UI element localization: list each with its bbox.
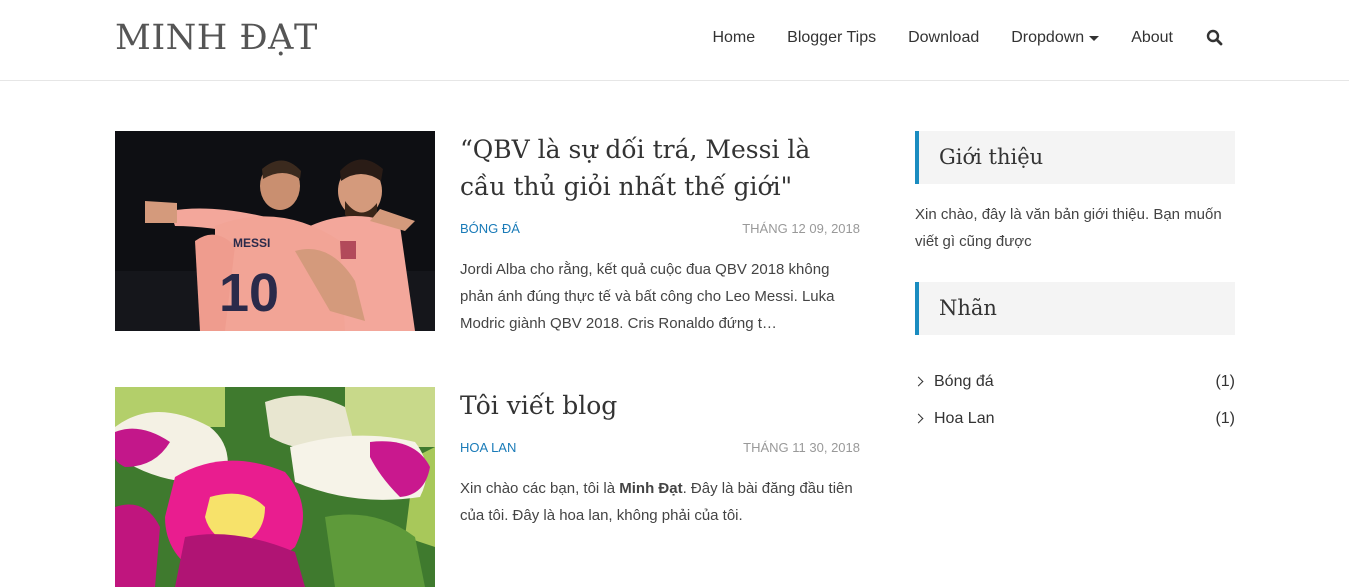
nav-dropdown[interactable]: Dropdown [1011, 29, 1100, 47]
intro-widget-text: Xin chào, đây là văn bản giới thiệu. Bạn… [915, 206, 1222, 250]
label-count: (1) [1215, 372, 1235, 390]
chevron-right-icon [913, 376, 924, 387]
post-meta: BÓNG ĐÁ THÁNG 12 09, 2018 [460, 221, 860, 236]
post-meta: HOA LAN THÁNG 11 30, 2018 [460, 440, 860, 455]
nav-download[interactable]: Download [908, 29, 979, 47]
label-count: (1) [1215, 409, 1235, 427]
post-thumbnail-football[interactable]: MESSI 10 [115, 131, 435, 331]
post-excerpt: Jordi Alba cho rằng, kết quả cuộc đua QB… [460, 261, 835, 332]
post-item: MESSI 10 “QBV là sự dối trá, Messi là cầ… [115, 131, 860, 332]
site-header: MINH ĐẠT Home Blogger Tips Download Drop… [0, 0, 1349, 81]
post-item: Tôi viết blog HOA LAN THÁNG 11 30, 2018 … [115, 387, 860, 587]
label-left: Bóng đá [913, 372, 994, 391]
post-date: THÁNG 12 09, 2018 [742, 221, 860, 236]
sidebar: Giới thiệu Xin chào, đây là văn bản giới… [913, 131, 1235, 437]
post-title[interactable]: “QBV là sự dối trá, Messi là cầu thủ giỏ… [460, 131, 860, 205]
post-date: THÁNG 11 30, 2018 [743, 440, 860, 455]
jersey-number-text: 10 [219, 263, 279, 323]
jersey-name-text: MESSI [233, 236, 270, 250]
post-body: “QBV là sự dối trá, Messi là cầu thủ giỏ… [460, 131, 860, 337]
label-item-bong-da[interactable]: Bóng đá (1) [913, 363, 1235, 400]
chevron-right-icon [913, 413, 924, 424]
post-body: Tôi viết blog HOA LAN THÁNG 11 30, 2018 … [460, 387, 860, 529]
search-icon[interactable] [1206, 29, 1224, 47]
site-logo[interactable]: MINH ĐẠT [115, 18, 318, 58]
caret-down-icon [1089, 36, 1100, 41]
labels-widget-title: Nhãn [915, 282, 1235, 335]
post-title[interactable]: Tôi viết blog [460, 387, 860, 424]
nav-dropdown-label: Dropdown [1011, 29, 1085, 46]
main-nav: Home Blogger Tips Download Dropdown Abou… [680, 29, 1224, 47]
intro-widget: Giới thiệu Xin chào, đây là văn bản giới… [915, 131, 1235, 255]
label-name: Hoa Lan [934, 409, 995, 427]
label-name: Bóng đá [934, 372, 994, 390]
label-item-hoa-lan[interactable]: Hoa Lan (1) [913, 400, 1235, 437]
label-list: Bóng đá (1) Hoa Lan (1) [913, 363, 1235, 437]
post-label-link[interactable]: HOA LAN [460, 440, 516, 455]
post-excerpt: Xin chào các bạn, tôi là Minh Đạt. Đây l… [460, 475, 860, 529]
nav-home[interactable]: Home [712, 29, 755, 47]
post-thumbnail-orchid[interactable] [115, 387, 435, 587]
post-excerpt-start: Xin chào các bạn, tôi là [460, 480, 620, 497]
nav-blogger-tips[interactable]: Blogger Tips [787, 29, 876, 47]
intro-widget-title: Giới thiệu [915, 131, 1235, 184]
post-label-link[interactable]: BÓNG ĐÁ [460, 221, 520, 236]
labels-widget: Nhãn Bóng đá (1) Hoa Lan (1) [913, 282, 1235, 437]
label-left: Hoa Lan [913, 409, 995, 428]
nav-about[interactable]: About [1131, 29, 1173, 47]
post-excerpt-author: Minh Đạt [619, 480, 683, 497]
